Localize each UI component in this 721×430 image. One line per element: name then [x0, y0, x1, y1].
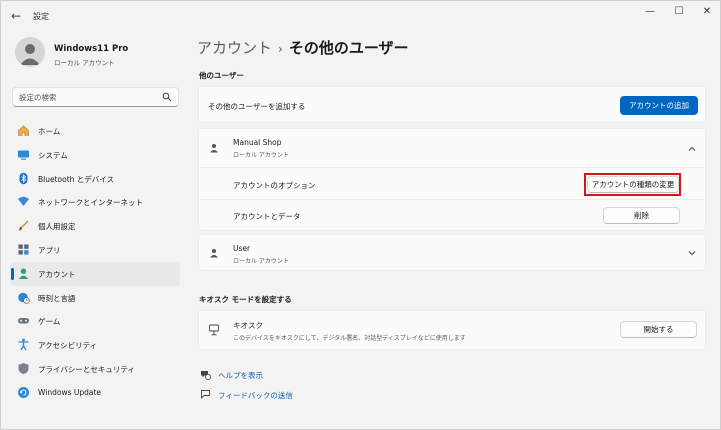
feedback-link[interactable]: フィードバックの送信 — [200, 389, 320, 403]
person-icon — [20, 44, 40, 65]
sidebar-item-label: Bluetooth とデバイス — [38, 174, 115, 184]
apps-icon — [17, 243, 30, 256]
back-arrow-icon[interactable]: ← — [11, 9, 25, 23]
sidebar-item-apps[interactable]: アプリ — [10, 238, 180, 262]
help-icon — [201, 371, 211, 380]
profile-name: Windows11 Pro — [54, 44, 129, 54]
kiosk-icon — [209, 324, 219, 336]
sidebar-item-network[interactable]: ネットワークとインターネット — [10, 190, 180, 214]
sidebar-item-label: システム — [38, 150, 68, 160]
search-icon[interactable] — [162, 92, 172, 102]
home-icon — [17, 124, 30, 137]
breadcrumb-parent[interactable]: アカウント — [197, 39, 272, 57]
system-icon — [17, 148, 30, 161]
brush-icon — [17, 219, 30, 232]
sidebar-item-label: ホーム — [38, 127, 61, 136]
section-title-other-users: 他のユーザー — [199, 71, 244, 80]
highlight-box — [584, 173, 681, 196]
sidebar-item-label: アプリ — [38, 245, 61, 255]
help-link-text[interactable]: ヘルプを表示 — [218, 370, 263, 381]
sidebar-item-label: ゲーム — [38, 317, 61, 327]
gamepad-icon — [17, 314, 30, 327]
user-account-type: ローカル アカウント — [233, 152, 289, 159]
app-title: 設定 — [33, 12, 49, 21]
minimize-button[interactable]: — — [637, 5, 663, 19]
sidebar-item-accounts[interactable]: アカウント — [10, 261, 180, 286]
sidebar-item-privacy[interactable]: プライバシーとセキュリティ — [10, 357, 180, 381]
sidebar-nav: ホーム システム Bluetooth とデバイス ネットワークとインターネット … — [10, 119, 180, 405]
account-icon — [17, 267, 30, 280]
add-account-button[interactable]: アカウントの追加 — [620, 96, 698, 115]
sidebar-item-bluetooth[interactable]: Bluetooth とデバイス — [10, 167, 180, 191]
accessibility-icon — [17, 338, 30, 351]
user-icon — [210, 249, 218, 258]
sidebar-item-label: プライバシーとセキュリティ — [38, 364, 135, 374]
kiosk-title: キオスク — [233, 321, 263, 330]
bluetooth-icon — [17, 172, 30, 185]
sidebar-item-accessibility[interactable]: アクセシビリティ — [10, 333, 180, 357]
divider — [199, 167, 705, 168]
sidebar-item-gaming[interactable]: ゲーム — [10, 309, 180, 333]
sidebar-item-label: Windows Update — [38, 387, 102, 397]
avatar[interactable] — [15, 37, 45, 67]
feedback-icon — [201, 390, 210, 400]
sidebar-item-label: アクセシビリティ — [38, 341, 98, 351]
sidebar-item-label: 時刻と言語 — [38, 293, 76, 303]
section-title-kiosk: キオスク モードを設定する — [199, 295, 292, 304]
sidebar-item-system[interactable]: システム — [10, 143, 180, 167]
chevron-down-icon[interactable] — [687, 248, 697, 258]
divider — [199, 199, 705, 200]
sidebar-item-label: 個人用設定 — [38, 222, 76, 232]
kiosk-description: このデバイスをキオスクにして、デジタル署名、対話型ディスプレイなどに使用します — [233, 335, 466, 342]
help-link[interactable]: ヘルプを表示 — [200, 369, 320, 383]
network-icon — [17, 195, 30, 208]
search-input[interactable] — [19, 91, 159, 104]
breadcrumb-separator: › — [278, 42, 283, 56]
user-name: User — [233, 244, 251, 253]
account-data-label: アカウントとデータ — [233, 212, 301, 221]
profile-account-type: ローカル アカウント — [54, 59, 115, 67]
delete-button[interactable]: 削除 — [603, 207, 680, 224]
user-icon — [210, 144, 218, 153]
kiosk-start-button[interactable]: 開始する — [620, 321, 697, 338]
sidebar-item-home[interactable]: ホーム — [10, 119, 180, 143]
user-name: Manual Shop — [233, 138, 282, 147]
feedback-link-text[interactable]: フィードバックの送信 — [218, 390, 293, 401]
search-box — [12, 87, 179, 107]
sidebar-item-windows-update[interactable]: Windows Update — [10, 381, 180, 405]
maximize-button[interactable]: ☐ — [666, 5, 692, 19]
add-user-card: その他のユーザーを追加する アカウントの追加 — [198, 86, 706, 123]
globe-clock-icon — [17, 291, 30, 304]
add-user-label: その他のユーザーを追加する — [208, 102, 306, 111]
kiosk-card: キオスク このデバイスをキオスクにして、デジタル署名、対話型ディスプレイなどに使… — [198, 310, 706, 350]
sidebar-item-label: アカウント — [38, 269, 76, 279]
shield-icon — [17, 362, 30, 375]
breadcrumb: アカウント › その他のユーザー — [197, 37, 409, 58]
close-button[interactable]: ✕ — [694, 5, 720, 19]
sidebar-item-time-language[interactable]: 時刻と言語 — [10, 286, 180, 310]
user-card-manual-shop: Manual Shop ローカル アカウント アカウントのオプション アカウント… — [198, 128, 706, 231]
settings-window: ← 設定 — ☐ ✕ Windows11 Pro ローカル アカウント ホーム — [0, 0, 721, 430]
user-account-type: ローカル アカウント — [233, 258, 289, 265]
page-title: その他のユーザー — [288, 39, 409, 57]
chevron-up-icon[interactable] — [687, 144, 697, 154]
title-bar: ← 設定 — ☐ ✕ — [1, 1, 720, 31]
sidebar-item-personalization[interactable]: 個人用設定 — [10, 214, 180, 238]
sidebar-item-label: ネットワークとインターネット — [38, 198, 143, 208]
user-header-manual-shop[interactable]: Manual Shop ローカル アカウント — [199, 129, 705, 167]
account-options-label: アカウントのオプション — [233, 181, 316, 190]
update-icon — [17, 386, 30, 399]
user-card-user[interactable]: User ローカル アカウント — [198, 234, 706, 271]
